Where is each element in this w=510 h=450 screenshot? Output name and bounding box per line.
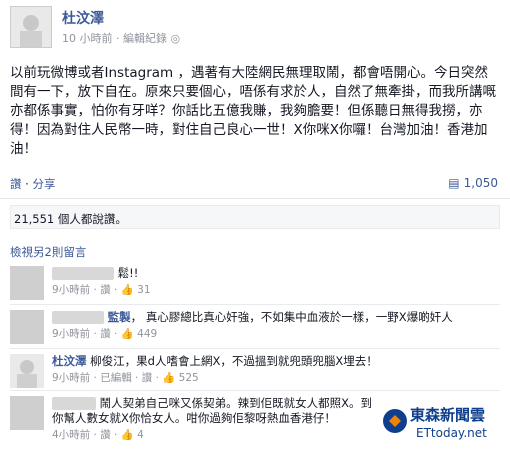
post-meta[interactable]: 10 小時前 · 編輯紀錄 ◎ (62, 30, 180, 46)
like-icon[interactable]: 👍 (162, 372, 175, 384)
like-icon[interactable]: 👍 (121, 284, 134, 296)
comment-likes: 31 (137, 284, 151, 296)
author-name[interactable]: 杜汶澤 (62, 8, 104, 28)
view-more-comments[interactable]: 檢視另2則留言 (10, 244, 86, 260)
comment-body: 鬧人契弟自己咪又係契弟。辣到佢既就女人都照X。到你幫人數女就X你恰女人。咁你過夠… (52, 396, 382, 443)
divider (10, 348, 500, 349)
share-link[interactable]: 分享 (32, 177, 55, 191)
like-icon[interactable]: 👍 (121, 429, 134, 441)
comment-text: 鬆!! (117, 266, 139, 280)
like-link[interactable]: 讚 (10, 177, 22, 191)
share-icon: ▤ (448, 176, 460, 190)
comment-text: 鬧人契弟自己咪又係契弟。辣到佢既就女人都照X。到你幫人數女就X你恰女人。咁你過夠… (52, 396, 373, 425)
share-count-value: 1,050 (463, 176, 498, 190)
commenter-name[interactable]: 監製 (108, 310, 131, 324)
comment-meta: 9小時前 · 已編輯 · 讚 · 👍 525 (52, 372, 199, 384)
comment-meta: 9小時前 · 讚 · 👍 31 (52, 284, 151, 296)
comment-text: 真心膠總比真心奸強，不如集中血液於一樣，一野X爆啲奸人 (145, 310, 453, 324)
logo-sub-text: ETtoday.net (416, 426, 487, 440)
logo-icon (383, 409, 407, 433)
commenter-name[interactable] (52, 397, 96, 410)
commenter-name[interactable] (52, 267, 114, 280)
like-icon[interactable]: 👍 (121, 328, 134, 340)
logo-main-text: 東森新聞雲 (410, 406, 486, 424)
comment-meta: 9小時前 · 讚 · 👍 449 (52, 328, 158, 340)
post-actions: 讚 · 分享 (10, 176, 55, 192)
comment-body: 鬆!! 9小時前 · 讚 · 👍 31 (52, 266, 500, 298)
comment-likes: 525 (178, 372, 199, 384)
ettoday-logo: 東森新聞雲 ETtoday.net (380, 400, 500, 446)
comment-body: 杜汶澤 柳俊江，果d人嗜會上網X，不過搵到就兜頭兜腦X埋去！ 9小時前 · 已編… (52, 354, 500, 386)
divider (0, 198, 510, 199)
commenter-name[interactable]: 杜汶澤 (52, 354, 87, 368)
comment-likes: 4 (137, 429, 144, 441)
commenter-avatar[interactable] (10, 396, 44, 430)
divider (10, 390, 500, 391)
commenter-avatar[interactable] (10, 310, 44, 344)
divider (10, 304, 500, 305)
commenter-avatar[interactable] (10, 266, 44, 300)
comment-body: 監製， 真心膠總比真心奸強，不如集中血液於一樣，一野X爆啲奸人 9小時前 · 讚… (52, 310, 500, 342)
likes-text[interactable]: 21,551 個人都說讚。 (14, 211, 127, 227)
post-body: 以前玩微博或者Instagram ，遇著有大陸網民無理取鬧，都會唔開心。今日突然… (10, 65, 496, 157)
commenter-name-redacted (52, 311, 104, 324)
comment-text: 柳俊江，果d人嗜會上網X，不過搵到就兜頭兜腦X埋去！ (90, 354, 378, 368)
author-avatar[interactable] (10, 6, 52, 48)
commenter-avatar[interactable] (10, 354, 44, 388)
comment-likes: 449 (137, 328, 158, 340)
comment-meta: 4小時前 · 讚 · 👍 4 (52, 429, 144, 441)
share-count[interactable]: ▤ 1,050 (448, 176, 498, 190)
